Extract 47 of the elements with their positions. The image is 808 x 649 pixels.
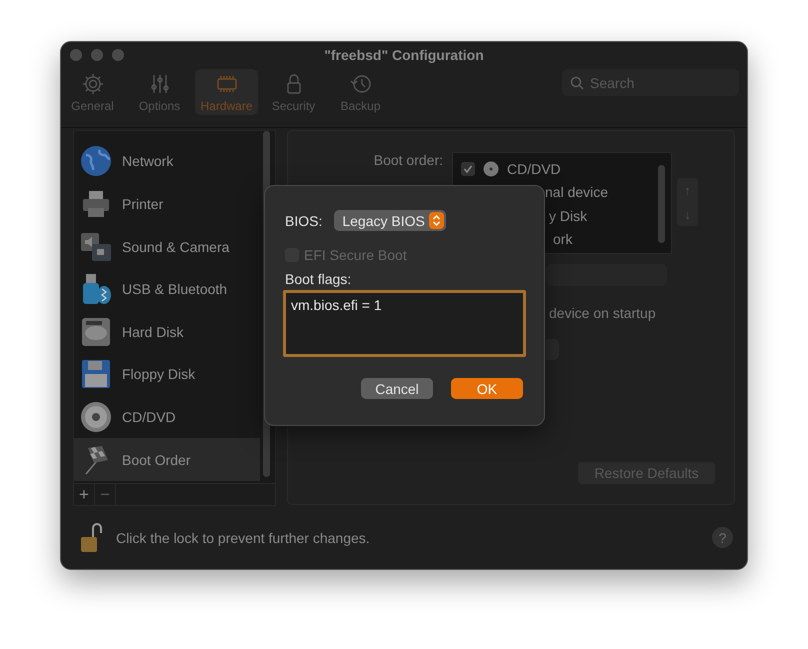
disc-icon — [483, 160, 499, 177]
boot-device-row[interactable]: CD/DVD — [453, 157, 671, 181]
boot-device-label: nal device — [545, 184, 608, 200]
sidebar-item[interactable]: Floppy Disk — [74, 353, 260, 396]
search-icon — [570, 76, 584, 90]
sidebar-item[interactable]: Network — [74, 140, 260, 183]
speaker-camera-icon — [80, 230, 112, 263]
scrollbar[interactable] — [658, 165, 665, 244]
boot-flags-field[interactable]: vm.bios.efi = 1 — [283, 290, 526, 357]
sidebar-item-label: Sound & Camera — [122, 238, 230, 255]
sidebar-item[interactable]: Printer — [74, 182, 260, 226]
boot-order-label: Boot order: — [374, 152, 443, 168]
sidebar-item[interactable]: Boot Order — [74, 438, 260, 481]
sidebar-item-label: Floppy Disk — [122, 366, 196, 382]
boot-flags-label: Boot flags: — [285, 271, 352, 287]
lock-hint: Click the lock to prevent further changes. — [116, 530, 370, 546]
chevron-updown-icon — [428, 212, 444, 229]
disc-icon — [80, 401, 112, 434]
sidebar-item-label: Boot Order — [122, 452, 190, 468]
boot-device-label: ork — [553, 231, 572, 248]
checkbox[interactable] — [461, 162, 475, 176]
unlocked-padlock-icon[interactable] — [80, 522, 102, 553]
secure-boot-label: EFI Secure Boot — [304, 247, 407, 263]
usb-icon — [80, 273, 112, 306]
sidebar-item[interactable]: Hard Disk — [74, 310, 260, 354]
minimize-button[interactable] — [91, 48, 103, 61]
sidebar-item-label: Hard Disk — [122, 324, 184, 340]
bios-label: BIOS: — [285, 212, 322, 228]
startup-option-label: device on startup — [549, 305, 656, 322]
sidebar-item[interactable]: CD/DVD — [74, 396, 260, 438]
sidebar-item[interactable]: USB & Bluetooth — [74, 268, 260, 311]
ok-button[interactable]: OK — [451, 378, 523, 399]
zoom-button[interactable] — [112, 48, 124, 61]
sidebar-item-label: CD/DVD — [122, 409, 176, 426]
cancel-button[interactable]: Cancel — [361, 378, 433, 399]
boot-device-label: y Disk — [549, 208, 588, 224]
add-button[interactable]: + — [74, 484, 95, 506]
bios-popup-button[interactable]: Legacy BIOS — [334, 210, 446, 231]
settings-icon — [80, 72, 104, 96]
close-button[interactable] — [70, 48, 82, 61]
sidebar-item-label: USB & Bluetooth — [122, 281, 228, 298]
boot-device-label: CD/DVD — [507, 160, 561, 177]
sidebar-item-label: Printer — [122, 196, 164, 212]
globe-icon — [80, 145, 112, 178]
window-title: "freebsd" Configuration — [323, 46, 485, 63]
sidebar-item-label: Network — [122, 153, 174, 170]
sidebar-item[interactable]: Sound & Camera — [74, 225, 260, 268]
